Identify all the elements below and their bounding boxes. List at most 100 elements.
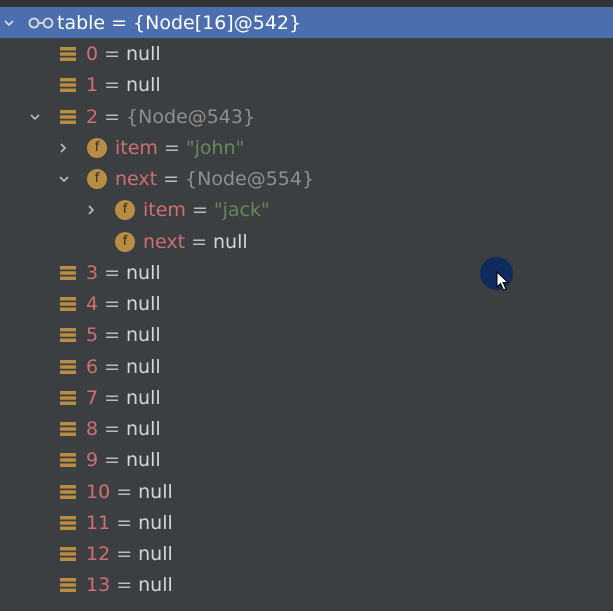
array-element-icon (60, 288, 76, 319)
tree-row-field-next[interactable]: f next = {Node@554} (0, 163, 613, 194)
array-element-icon (60, 101, 76, 132)
tree-row-element-7[interactable]: 7 = null (0, 382, 613, 413)
expand-chevron-down-icon[interactable] (0, 7, 18, 38)
array-element-icon (60, 38, 76, 69)
variable-name: 5 (86, 323, 99, 346)
field-icon: f (87, 132, 107, 163)
variable-value: {Node@554} (185, 167, 315, 190)
equals-sign: = (104, 386, 121, 409)
tree-row-label: next = null (143, 226, 248, 257)
variable-value: {Node[16]@542} (133, 11, 302, 34)
variable-name: next (143, 230, 186, 253)
tree-row-element-11[interactable]: 11 = null (0, 507, 613, 538)
array-element-icon (60, 69, 76, 100)
tree-row-element-6[interactable]: 6 = null (0, 351, 613, 382)
tree-row-label: 10 = null (86, 476, 173, 507)
array-element-icon (60, 257, 76, 288)
tree-row-element-4[interactable]: 4 = null (0, 288, 613, 319)
tree-row-label: next = {Node@554} (115, 163, 314, 194)
variable-name: 9 (86, 448, 99, 471)
variable-name: 6 (86, 355, 99, 378)
tree-row-field-item[interactable]: f item = "john" (0, 132, 613, 163)
tree-row-element-12[interactable]: 12 = null (0, 538, 613, 569)
tree-row-element-0[interactable]: 0 = null (0, 38, 613, 69)
tree-row-element-10[interactable]: 10 = null (0, 476, 613, 507)
field-icon: f (87, 163, 107, 194)
mouse-pointer-icon (496, 271, 510, 291)
tree-row-label: table = {Node[16]@542} (57, 7, 301, 38)
variable-value: null (126, 73, 161, 96)
field-icon-letter: f (115, 231, 135, 252)
tree-row-table[interactable]: table = {Node[16]@542} (0, 7, 613, 38)
variable-value: {Node@543} (126, 105, 256, 128)
equals-sign: = (163, 167, 180, 190)
variable-name: 8 (86, 417, 99, 440)
array-element-icon (60, 319, 76, 350)
tree-row-label: item = "john" (115, 132, 244, 163)
equals-sign: = (104, 261, 121, 284)
array-element-icon (60, 444, 76, 475)
equals-sign: = (104, 42, 121, 65)
variable-value: null (126, 355, 161, 378)
variable-value: null (138, 480, 173, 503)
variable-value: null (126, 448, 161, 471)
equals-sign: = (104, 323, 121, 346)
variable-name: 10 (86, 480, 111, 503)
tree-row-label: 9 = null (86, 444, 161, 475)
equals-sign: = (116, 573, 133, 596)
variable-value: null (126, 261, 161, 284)
tree-row-label: 3 = null (86, 257, 161, 288)
variable-value: null (126, 323, 161, 346)
expand-chevron-right-icon[interactable] (54, 132, 72, 163)
field-icon-letter: f (87, 168, 107, 189)
tree-row-label: 0 = null (86, 38, 161, 69)
tree-row-field-item[interactable]: f item = "jack" (0, 194, 613, 225)
variable-value: null (138, 511, 173, 534)
tree-row-label: 13 = null (86, 569, 173, 600)
tree-row-label: 5 = null (86, 319, 161, 350)
equals-sign: = (116, 542, 133, 565)
tree-row-element-9[interactable]: 9 = null (0, 444, 613, 475)
variable-value: "jack" (213, 198, 270, 221)
tree-row-label: 11 = null (86, 507, 173, 538)
equals-sign: = (191, 198, 208, 221)
variable-value: null (213, 230, 248, 253)
tree-row-element-5[interactable]: 5 = null (0, 319, 613, 350)
equals-sign: = (104, 417, 121, 440)
tree-row-element-1[interactable]: 1 = null (0, 69, 613, 100)
tree-row-element-13[interactable]: 13 = null (0, 569, 613, 600)
tree-row-label: 4 = null (86, 288, 161, 319)
equals-sign: = (104, 105, 121, 128)
variable-name: 1 (86, 73, 99, 96)
variable-value: null (126, 386, 161, 409)
variable-value: null (126, 42, 161, 65)
tree-row-label: 2 = {Node@543} (86, 101, 255, 132)
variable-value: null (126, 292, 161, 315)
variable-name: 4 (86, 292, 99, 315)
tree-row-element-8[interactable]: 8 = null (0, 413, 613, 444)
variable-name: 11 (86, 511, 111, 534)
expand-chevron-down-icon[interactable] (55, 163, 73, 194)
tree-row-label: 12 = null (86, 538, 173, 569)
variable-name: 2 (86, 105, 99, 128)
variable-name: item (143, 198, 186, 221)
field-icon-letter: f (87, 137, 107, 158)
tree-row-field-next[interactable]: f next = null (0, 226, 613, 257)
array-element-icon (60, 382, 76, 413)
tree-row-element-3[interactable]: 3 = null (0, 257, 613, 288)
tree-row-label: item = "jack" (143, 194, 270, 225)
field-icon-letter: f (115, 199, 135, 220)
variable-name: table (57, 11, 106, 34)
watch-glasses-icon (28, 7, 54, 38)
expand-chevron-down-icon[interactable] (26, 101, 44, 132)
panel-top-edge (0, 0, 613, 7)
tree-row-label: 8 = null (86, 413, 161, 444)
tree-row-element-2[interactable]: 2 = {Node@543} (0, 101, 613, 132)
array-element-icon (60, 476, 76, 507)
expand-chevron-right-icon[interactable] (82, 194, 100, 225)
equals-sign: = (104, 448, 121, 471)
variable-name: 13 (86, 573, 111, 596)
variable-name: 0 (86, 42, 99, 65)
variable-name: next (115, 167, 158, 190)
equals-sign: = (104, 73, 121, 96)
